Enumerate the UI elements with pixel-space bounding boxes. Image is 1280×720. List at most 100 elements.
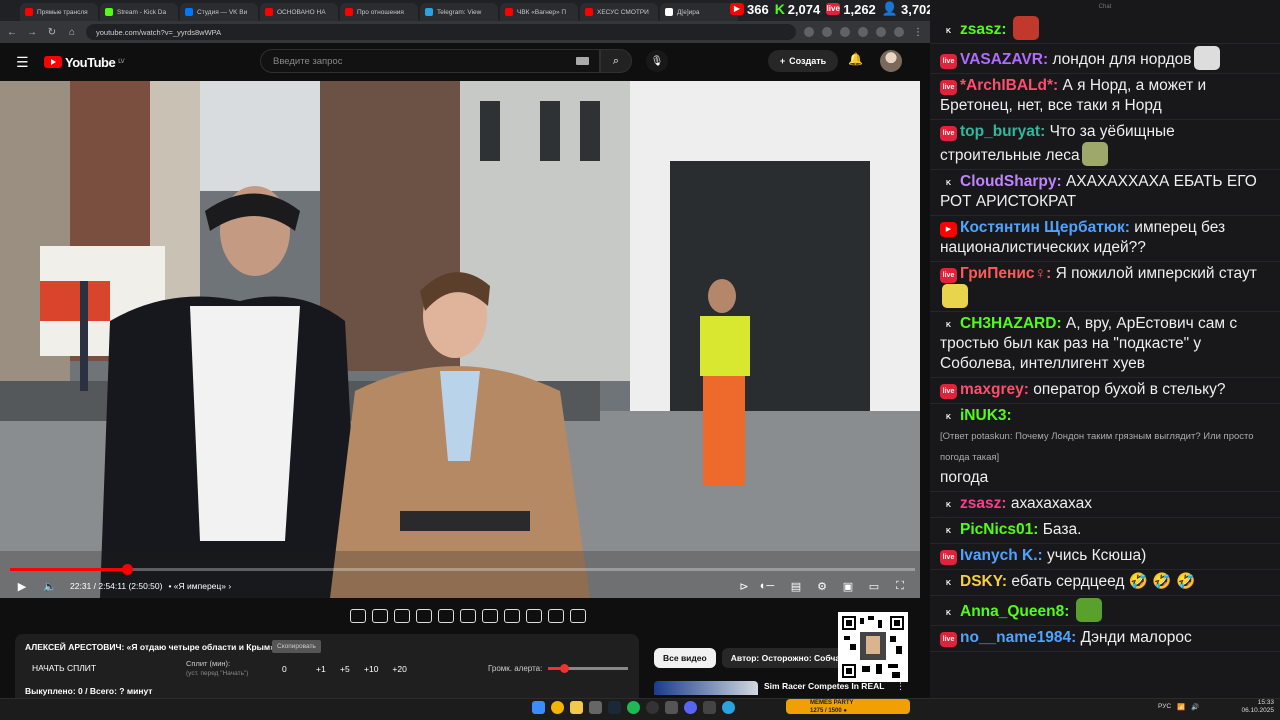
alert-volume-slider[interactable] [548,664,628,673]
browser-tab[interactable]: Д[e]ира [660,3,738,21]
loop-icon[interactable] [350,609,366,623]
start-split-button[interactable]: НАЧАТЬ СПЛИТ [32,663,96,673]
file-explorer-icon[interactable] [570,701,583,714]
home-icon[interactable]: ⌂ [66,27,78,38]
sponsorblock-icon[interactable]: ⊳ [734,580,754,593]
copy-title-button[interactable]: Скопировать [272,640,321,653]
menu-icon[interactable]: ⋮ [912,27,924,38]
chat-username[interactable]: CH3HAZARD: [960,315,1062,332]
browser-tab[interactable]: ОСНОВАНО НА [260,3,338,21]
recommendation-title[interactable]: Sim Racer Competes In REAL [764,681,884,691]
browser-tab[interactable]: Прямые трансля [20,3,98,21]
browser-tab[interactable]: Про отношения [340,3,418,21]
camera-icon[interactable] [548,609,564,623]
theater-mode-icon[interactable]: ▭ [864,580,884,593]
voice-search-button[interactable]: 🎙 [646,50,668,72]
extension-icon[interactable] [840,27,850,37]
create-button[interactable]: + Создать [768,50,838,72]
fullscreen-icon[interactable]: ⛶ [890,580,910,593]
hamburger-menu-icon[interactable]: ☰ [16,54,30,71]
speed-icon[interactable] [504,609,520,623]
chat-username[interactable]: PicNics01: [960,521,1038,538]
split-plus-1-button[interactable]: +1 [316,664,326,674]
browser-tab[interactable]: Telegram: View [420,3,498,21]
chat-username[interactable]: DSKY: [960,573,1007,590]
discord-icon[interactable] [684,701,697,714]
settings-gear-icon[interactable]: ⚙ [812,580,832,593]
chat-username[interactable]: ГриПенис♀: [960,265,1051,282]
chat-username[interactable]: zsasz: [960,21,1007,38]
chat-username[interactable]: zsasz: [960,495,1007,512]
play-icon[interactable]: ▶ [12,580,32,593]
chip-all-videos[interactable]: Все видео [654,648,716,668]
network-icon[interactable]: 📶 [1177,703,1185,711]
memes-party-widget[interactable]: MEMES PARTY 1275 / 1500 ● [786,699,910,714]
chip-author[interactable]: Автор: Осторожно: Собчак [721,648,854,668]
window-icon[interactable] [460,609,476,623]
gear-icon[interactable] [570,609,586,623]
clip-icon[interactable] [416,609,432,623]
youtube-logo[interactable]: YouTube LV [44,54,125,70]
chat-username[interactable]: Ivanych K.: [960,547,1043,564]
split-plus-10-button[interactable]: +10 [364,664,378,674]
address-bar[interactable]: youtube.com/watch?v=_yyrds8wWPA [86,24,796,40]
forward-icon[interactable]: → [26,27,38,38]
scrubber-handle[interactable] [121,564,133,575]
browser-tab[interactable]: ХЕСУС СМОТРИ [580,3,658,21]
obs-icon[interactable] [646,701,659,714]
chrome-icon[interactable] [551,701,564,714]
chat-username[interactable]: Костянтин Щербатюк: [960,219,1130,236]
spotify-icon[interactable] [627,701,640,714]
pencil-icon[interactable] [526,609,542,623]
broadcast-icon[interactable] [372,609,388,623]
system-clock[interactable]: 15:33 06.10.2025 [1226,699,1274,715]
notifications-bell-icon[interactable]: 🔔 [848,52,863,66]
back-icon[interactable]: ← [6,27,18,38]
slider-handle[interactable] [560,664,569,673]
logo-text: YouTube [65,54,116,70]
chat-username[interactable]: Anna_Queen8: [960,603,1069,620]
extension-icon[interactable] [858,27,868,37]
recommendation-thumbnail[interactable] [654,681,758,695]
keyboard-icon[interactable] [576,57,589,65]
app-icon[interactable] [665,701,678,714]
chat-username[interactable]: VASAZAVR: [960,51,1048,68]
start-menu-icon[interactable] [532,701,545,714]
browser-tab[interactable]: ЧВК «Вагнер» П [500,3,578,21]
chat-username[interactable]: no__name1984: [960,629,1076,646]
reload-icon[interactable]: ↻ [46,27,58,38]
extension-icon[interactable] [804,27,814,37]
account-avatar[interactable] [880,50,902,72]
video-app-icon[interactable] [703,701,716,714]
video-player[interactable] [0,81,920,598]
telegram-icon[interactable] [722,701,735,714]
split-plus-20-button[interactable]: +20 [392,664,406,674]
browser-tab[interactable]: Stream - Kick Da [100,3,178,21]
more-options-icon[interactable]: ⋮ [896,681,905,692]
filmstrip-icon[interactable] [482,609,498,623]
chat-username[interactable]: iNUK3: [960,407,1012,424]
volume-icon[interactable]: 🔊 [1191,703,1199,711]
search-button[interactable]: ⌕ [600,49,632,73]
extension-icon[interactable] [822,27,832,37]
volume-icon[interactable]: 🔈 [40,580,60,593]
search-input[interactable]: Введите запрос [260,49,600,73]
browser-tab[interactable]: Студия — VK Ви [180,3,258,21]
split-plus-5-button[interactable]: +5 [340,664,350,674]
chat-username[interactable]: *ArchIBALd*: [960,77,1058,94]
download-icon[interactable] [876,27,886,37]
video-progress-bar[interactable] [10,564,915,575]
profile-icon[interactable] [894,27,904,37]
screenshot-icon[interactable] [394,609,410,623]
crop-icon[interactable] [438,609,454,623]
chapter-title[interactable]: • «Я имперец» › [168,581,231,591]
app-icon[interactable] [589,701,602,714]
subtitles-icon[interactable]: ▤ [786,580,806,593]
miniplayer-icon[interactable]: ▣ [838,580,858,593]
chat-username[interactable]: maxgrey: [960,381,1029,398]
chat-username[interactable]: top_buryat: [960,123,1045,140]
language-indicator[interactable]: РУС [1158,703,1171,711]
steam-icon[interactable] [608,701,621,714]
autoplay-toggle[interactable]: ◐─ [754,580,780,592]
chat-username[interactable]: CloudSharpy: [960,173,1062,190]
